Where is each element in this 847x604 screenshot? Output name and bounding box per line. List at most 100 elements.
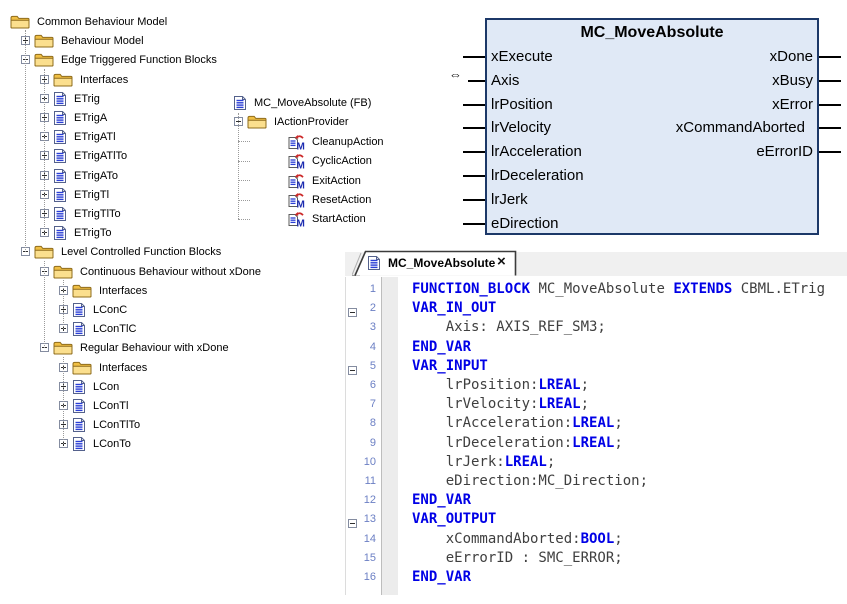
tree-item-label[interactable]: ETrigATlTo <box>72 150 129 162</box>
tree-item-interfaces[interactable]: Interfaces <box>59 358 149 377</box>
tree-item-label[interactable]: Level Controlled Function Blocks <box>59 246 223 258</box>
fb-output-pin <box>819 56 841 58</box>
tree-item-label[interactable]: LConTlC <box>91 323 138 335</box>
folder-icon <box>247 114 267 129</box>
tree-item-label[interactable]: StartAction <box>310 213 368 225</box>
tree-item-label[interactable]: LConTlTo <box>91 419 142 431</box>
tree-item-label[interactable]: LConC <box>91 304 129 316</box>
code-token: ; <box>581 396 589 412</box>
tab-close-icon[interactable]: × <box>497 253 506 271</box>
tree-guide-line <box>63 357 64 444</box>
tree-item-regular-behaviour-with-xdone[interactable]: Regular Behaviour with xDone <box>40 338 231 357</box>
tree-item-cleanupaction[interactable]: M CleanupAction <box>288 132 386 151</box>
fold-collapse-icon[interactable] <box>348 515 357 533</box>
fb-input-pin <box>468 80 485 82</box>
codesys-workspace: Common Behaviour Model Behaviour Model Edg… <box>0 0 847 604</box>
tree-item-edge-triggered-function-blocks[interactable]: Edge Triggered Function Blocks <box>21 50 219 69</box>
tree-guide-line <box>44 261 45 348</box>
tree-item-label[interactable]: ETrigTlTo <box>72 208 123 220</box>
tree-item-cyclicaction[interactable]: MCyclicAction <box>288 151 374 170</box>
keyword-token: END_VAR <box>412 339 471 355</box>
tree-item-mc-moveabsolute-fb[interactable]: MC_MoveAbsolute (FB) <box>233 93 373 112</box>
tree-item-label[interactable]: Interfaces <box>97 362 149 374</box>
tree-item-label[interactable]: Behaviour Model <box>59 35 146 47</box>
tree-item-label[interactable]: Regular Behaviour with xDone <box>78 342 231 354</box>
folder-icon <box>34 52 54 67</box>
tree-item-label[interactable]: IActionProvider <box>272 116 351 128</box>
tree-item-label[interactable]: Edge Triggered Function Blocks <box>59 54 219 66</box>
tree-guide-line <box>63 280 64 329</box>
tree-item-label[interactable]: Interfaces <box>97 285 149 297</box>
tree-guide-stub <box>238 141 250 142</box>
tree-item-lcontl[interactable]: LConTl <box>59 396 130 415</box>
tree-item-etrig[interactable]: ETrig <box>40 89 102 108</box>
code-line-5: VAR_INPUT <box>412 357 488 376</box>
tree-item-label[interactable]: ETrig <box>72 93 102 105</box>
tree-item-etrigatlto[interactable]: ETrigATlTo <box>40 146 129 165</box>
fold-collapse-icon[interactable] <box>348 304 357 322</box>
tree-item-etrigatl[interactable]: ETrigATl <box>40 127 118 146</box>
tree-item-resetaction[interactable]: MResetAction <box>288 190 373 209</box>
tree-item-level-controlled-function-blocks[interactable]: Level Controlled Function Blocks <box>21 242 223 261</box>
tree-item-lconto[interactable]: LConTo <box>59 434 133 453</box>
code-line-16: END_VAR <box>412 568 471 587</box>
tree-item-lcontlc[interactable]: LConTlC <box>59 319 138 338</box>
tree-item-continuous-behaviour-without-xdone[interactable]: Continuous Behaviour without xDone <box>40 262 263 281</box>
pou-icon <box>72 302 86 318</box>
tree-item-iactionprovider[interactable]: IActionProvider <box>234 112 351 131</box>
tree-item-label[interactable]: MC_MoveAbsolute (FB) <box>252 97 373 109</box>
pou-icon <box>53 168 67 184</box>
tree-item-etriga[interactable]: ETrigA <box>40 108 109 127</box>
fold-collapse-icon[interactable] <box>348 362 357 380</box>
tree-item-lcontlto[interactable]: LConTlTo <box>59 415 142 434</box>
code-line-10: lrJerk:LREAL; <box>412 453 555 472</box>
tree-item-etrigtlto[interactable]: ETrigTlTo <box>40 204 123 223</box>
keyword-token: FUNCTION_BLOCK <box>412 281 530 297</box>
code-token: lrDeceleration: <box>412 435 572 451</box>
line-number: 1 <box>345 283 376 295</box>
tree-item-label[interactable]: ETrigTl <box>72 189 111 201</box>
tree-item-behaviour-model[interactable]: Behaviour Model <box>21 31 146 50</box>
tree-item-label[interactable]: LCon <box>91 381 121 393</box>
tree-item-label[interactable]: LConTl <box>91 400 130 412</box>
pou-tree[interactable]: Common Behaviour Model Behaviour Model Edg… <box>4 12 324 462</box>
tree-item-label[interactable]: ResetAction <box>310 194 373 206</box>
folder-icon <box>72 283 92 298</box>
tree-item-label[interactable]: ETrigA <box>72 112 109 124</box>
code-token: eErrorID : SMC_ERROR; <box>412 550 623 566</box>
tree-item-label[interactable]: ETrigATo <box>72 170 120 182</box>
tree-item-interfaces[interactable]: Interfaces <box>40 70 130 89</box>
pou-icon <box>53 129 67 145</box>
code-token: ; <box>614 435 622 451</box>
tree-item-interfaces[interactable]: Interfaces <box>59 281 149 300</box>
pou-icon <box>53 225 67 241</box>
code-line-2: VAR_IN_OUT <box>412 299 496 318</box>
tree-guide-line <box>238 113 239 219</box>
editor-tab-title[interactable]: MC_MoveAbsolute <box>388 256 495 270</box>
tree-item-etrigato[interactable]: ETrigATo <box>40 166 120 185</box>
tree-item-exitaction[interactable]: MExitAction <box>288 171 363 190</box>
code-line-11: eDirection:MC_Direction; <box>412 472 648 491</box>
tree-item-startaction[interactable]: MStartAction <box>288 209 368 228</box>
tree-item-label[interactable]: Interfaces <box>78 74 130 86</box>
tree-item-label[interactable]: ETrigATl <box>72 131 118 143</box>
tree-item-label[interactable]: ExitAction <box>310 175 363 187</box>
method-icon: M <box>288 134 305 150</box>
fb-output-label-xerror: xError <box>485 96 813 114</box>
tree-item-label[interactable]: Common Behaviour Model <box>35 16 169 28</box>
tree-item-lconc[interactable]: LConC <box>59 300 129 319</box>
pou-icon <box>72 321 86 337</box>
tree-item-label[interactable]: LConTo <box>91 438 133 450</box>
tree-item-etrigtl[interactable]: ETrigTl <box>40 185 111 204</box>
tree-item-label[interactable]: Continuous Behaviour without xDone <box>78 266 263 278</box>
keyword-token: LREAL <box>538 377 580 393</box>
tree-item-label[interactable]: ETrigTo <box>72 227 114 239</box>
tree-item-label[interactable]: CleanupAction <box>310 136 386 148</box>
fb-input-pin <box>463 175 485 177</box>
tree-item-label[interactable]: CyclicAction <box>310 155 374 167</box>
tree-item-etrigto[interactable]: ETrigTo <box>40 223 114 242</box>
tree-item-lcon[interactable]: LCon <box>59 377 121 396</box>
fb-detail-tree[interactable]: MC_MoveAbsolute (FB) IActionProvider M Clea… <box>233 93 453 233</box>
line-number: 4 <box>345 341 376 353</box>
tree-item-common-behaviour-model[interactable]: Common Behaviour Model <box>10 12 169 31</box>
